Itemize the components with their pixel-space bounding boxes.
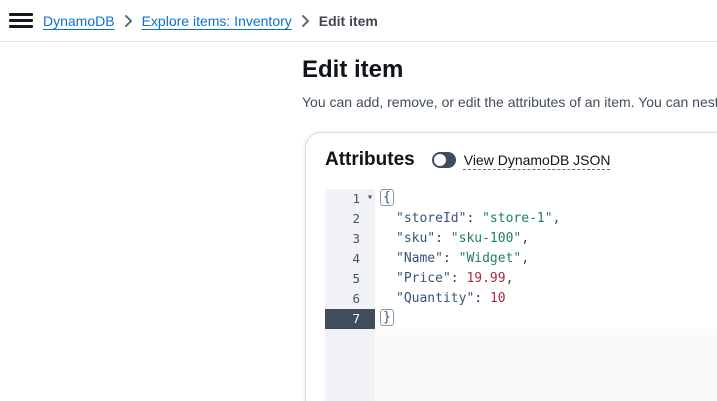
line-number-text: 5: [352, 271, 360, 286]
json-key: "Name": [396, 251, 443, 266]
json-editor[interactable]: 1 ▾ { 2 "storeId": "store-1", 3 "sku": "s…: [325, 189, 717, 401]
code-line-content[interactable]: "storeId": "store-1",: [375, 209, 717, 229]
content-filler: [375, 329, 717, 401]
code-line-active[interactable]: 7 }: [325, 309, 717, 329]
code-line[interactable]: 2 "storeId": "store-1",: [325, 209, 717, 229]
fold-arrow-icon[interactable]: ▾: [367, 188, 373, 208]
line-number-text: 2: [352, 211, 360, 226]
json-key: "sku": [396, 231, 436, 246]
menu-icon[interactable]: [9, 9, 33, 33]
json-value: 10: [489, 291, 506, 306]
json-colon: :: [435, 231, 451, 246]
editor-empty-area[interactable]: [325, 329, 717, 401]
close-brace: }: [380, 309, 394, 326]
page-title: Edit item: [302, 56, 404, 83]
json-key: "Price": [396, 271, 451, 286]
dynamodb-json-toggle-group: View DynamoDB JSON: [431, 151, 611, 168]
dynamodb-json-toggle[interactable]: [431, 151, 456, 168]
breadcrumb: DynamoDB Explore items: Inventory Edit i…: [43, 13, 378, 29]
json-value: 19.99: [466, 271, 506, 286]
line-number[interactable]: 3: [325, 229, 375, 249]
json-comma: ,: [552, 211, 561, 226]
code-line[interactable]: 3 "sku": "sku-100",: [325, 229, 717, 249]
code-line[interactable]: 4 "Name": "Widget",: [325, 249, 717, 269]
attributes-panel-header: Attributes View DynamoDB JSON: [325, 148, 717, 171]
panel-title: Attributes: [325, 149, 415, 170]
line-number-text: 1: [352, 191, 360, 206]
chevron-right-icon: [124, 14, 133, 28]
json-colon: :: [474, 291, 490, 306]
code-line-content[interactable]: "Name": "Widget",: [375, 249, 717, 269]
json-key: "storeId": [396, 211, 467, 226]
toggle-knob: [433, 153, 446, 166]
json-comma: ,: [521, 231, 530, 246]
json-value: "sku-100": [450, 231, 522, 246]
breadcrumb-link-dynamodb[interactable]: DynamoDB: [43, 13, 115, 29]
open-brace: {: [380, 189, 394, 206]
line-number-active[interactable]: 7: [325, 309, 375, 329]
code-line-content[interactable]: }: [375, 309, 717, 329]
code-line[interactable]: 1 ▾ {: [325, 189, 717, 209]
chevron-right-icon: [301, 14, 310, 28]
app-window: DynamoDB Explore items: Inventory Edit i…: [0, 0, 717, 401]
line-number[interactable]: 6: [325, 289, 375, 309]
line-number[interactable]: 2: [325, 209, 375, 229]
line-number[interactable]: 5: [325, 269, 375, 289]
code-line[interactable]: 6 "Quantity": 10: [325, 289, 717, 309]
gutter-filler: [325, 329, 375, 401]
code-line-content[interactable]: "Price": 19.99,: [375, 269, 717, 289]
code-line-content[interactable]: "sku": "sku-100",: [375, 229, 717, 249]
line-number[interactable]: 1 ▾: [325, 189, 375, 209]
breadcrumb-bar: DynamoDB Explore items: Inventory Edit i…: [0, 0, 717, 42]
json-colon: :: [450, 271, 467, 286]
json-key: "Quantity": [396, 291, 475, 306]
code-line-content[interactable]: "Quantity": 10: [375, 289, 717, 309]
json-comma: ,: [505, 271, 514, 286]
line-number[interactable]: 4: [325, 249, 375, 269]
code-line[interactable]: 5 "Price": 19.99,: [325, 269, 717, 289]
breadcrumb-current: Edit item: [318, 12, 378, 29]
attributes-panel: Attributes View DynamoDB JSON 1 ▾ { 2 "st…: [305, 132, 717, 401]
json-comma: ,: [521, 251, 530, 266]
breadcrumb-link-explore-items[interactable]: Explore items: Inventory: [142, 13, 292, 29]
line-number-text: 6: [352, 291, 360, 306]
line-number-text: 4: [352, 251, 360, 266]
json-value: "store-1": [482, 211, 553, 226]
json-colon: :: [466, 211, 483, 226]
line-number-text: 7: [352, 311, 360, 326]
page-description: You can add, remove, or edit the attribu…: [302, 94, 717, 110]
json-colon: :: [442, 251, 459, 266]
dynamodb-json-toggle-label[interactable]: View DynamoDB JSON: [464, 152, 611, 168]
main-content: Edit item You can add, remove, or edit t…: [302, 42, 717, 401]
line-number-text: 3: [352, 231, 360, 246]
code-line-content[interactable]: {: [375, 189, 717, 209]
json-value: "Widget": [458, 251, 522, 266]
